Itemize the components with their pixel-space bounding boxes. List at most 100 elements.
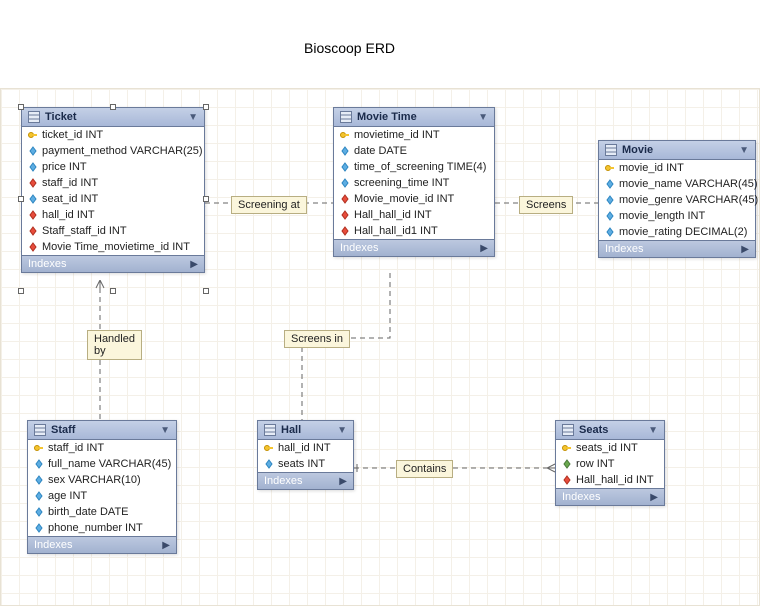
resize-handle[interactable] <box>18 288 24 294</box>
indexes-label: Indexes <box>34 539 73 551</box>
collapse-icon[interactable]: ▼ <box>478 112 488 123</box>
collapse-icon[interactable]: ▼ <box>160 425 170 436</box>
relation-screens-in[interactable]: Screens in <box>284 330 350 348</box>
collapse-icon[interactable]: ▼ <box>337 425 347 436</box>
entity-header[interactable]: Movie ▼ <box>599 141 755 160</box>
indexes-label: Indexes <box>605 243 644 255</box>
attribute-row[interactable]: sex VARCHAR(10) <box>28 472 176 488</box>
attribute-row[interactable]: ticket_id INT <box>22 127 204 143</box>
attribute-row[interactable]: screening_time INT <box>334 175 494 191</box>
attribute-row[interactable]: seats INT <box>258 456 353 472</box>
collapse-icon[interactable]: ▼ <box>739 145 749 156</box>
expand-icon[interactable]: ▶ <box>339 476 347 487</box>
entity-indexes[interactable]: Indexes ▶ <box>258 472 353 489</box>
attribute-row[interactable]: movie_genre VARCHAR(45) <box>599 192 755 208</box>
collapse-icon[interactable]: ▼ <box>188 112 198 123</box>
relation-screening-at[interactable]: Screening at <box>231 196 307 214</box>
attribute-row[interactable]: birth_date DATE <box>28 504 176 520</box>
entity-name: Staff <box>51 424 75 436</box>
table-icon <box>28 111 40 123</box>
attribute-row[interactable]: hall_id INT <box>22 207 204 223</box>
entity-movie[interactable]: Movie ▼ movie_id INTmovie_name VARCHAR(4… <box>598 140 756 258</box>
attribute-text: Movie Time_movietime_id INT <box>42 241 190 253</box>
attribute-row[interactable]: time_of_screening TIME(4) <box>334 159 494 175</box>
attribute-row[interactable]: movie_id INT <box>599 160 755 176</box>
attribute-row[interactable]: movie_name VARCHAR(45) <box>599 176 755 192</box>
foreign-key-icon <box>340 210 350 220</box>
entity-hall[interactable]: Hall ▼ hall_id INT seats INT Indexes ▶ <box>257 420 354 490</box>
attribute-row[interactable]: staff_id INT <box>28 440 176 456</box>
attribute-text: sex VARCHAR(10) <box>48 474 141 486</box>
expand-icon[interactable]: ▶ <box>190 259 198 270</box>
entity-indexes[interactable]: Indexes ▶ <box>599 240 755 257</box>
attribute-row[interactable]: Hall_hall_id INT <box>334 207 494 223</box>
indexes-label: Indexes <box>562 491 601 503</box>
attribute-row[interactable]: price INT <box>22 159 204 175</box>
attribute-row[interactable]: Hall_hall_id INT <box>556 472 664 488</box>
expand-icon[interactable]: ▶ <box>480 243 488 254</box>
entity-seats[interactable]: Seats ▼ seats_id INTrow INT Hall_hall_id … <box>555 420 665 506</box>
attribute-row[interactable]: Hall_hall_id1 INT <box>334 223 494 239</box>
foreign-key-icon <box>340 194 350 204</box>
entity-header[interactable]: Movie Time ▼ <box>334 108 494 127</box>
attribute-text: phone_number INT <box>48 522 143 534</box>
collapse-icon[interactable]: ▼ <box>648 425 658 436</box>
column-icon <box>340 178 350 188</box>
entity-staff[interactable]: Staff ▼ staff_id INT full_name VARCHAR(45… <box>27 420 177 554</box>
attribute-row[interactable]: full_name VARCHAR(45) <box>28 456 176 472</box>
attribute-text: age INT <box>48 490 87 502</box>
column-icon <box>562 459 572 469</box>
attribute-row[interactable]: seat_id INT <box>22 191 204 207</box>
foreign-key-icon <box>28 226 38 236</box>
resize-handle[interactable] <box>18 196 24 202</box>
entity-indexes[interactable]: Indexes ▶ <box>28 536 176 553</box>
attribute-row[interactable]: Movie Time_movietime_id INT <box>22 239 204 255</box>
entity-header[interactable]: Hall ▼ <box>258 421 353 440</box>
attribute-row[interactable]: movie_rating DECIMAL(2) <box>599 224 755 240</box>
attribute-row[interactable]: Movie_movie_id INT <box>334 191 494 207</box>
attribute-text: movie_rating DECIMAL(2) <box>619 226 747 238</box>
attribute-row[interactable]: date DATE <box>334 143 494 159</box>
entity-body: seats_id INTrow INT Hall_hall_id INT <box>556 440 664 488</box>
resize-handle[interactable] <box>110 104 116 110</box>
entity-movietime[interactable]: Movie Time ▼ movietime_id INT date DATE ti… <box>333 107 495 257</box>
attribute-row[interactable]: seats_id INT <box>556 440 664 456</box>
entity-indexes[interactable]: Indexes ▶ <box>22 255 204 272</box>
column-icon <box>340 162 350 172</box>
entity-body: staff_id INT full_name VARCHAR(45) sex VAR… <box>28 440 176 536</box>
expand-icon[interactable]: ▶ <box>741 244 749 255</box>
relation-screens[interactable]: Screens <box>519 196 573 214</box>
entity-indexes[interactable]: Indexes ▶ <box>556 488 664 505</box>
resize-handle[interactable] <box>203 196 209 202</box>
attribute-row[interactable]: payment_method VARCHAR(25) <box>22 143 204 159</box>
attribute-row[interactable]: Staff_staff_id INT <box>22 223 204 239</box>
entity-ticket[interactable]: Ticket ▼ ticket_id INTpayment_method VAR… <box>21 107 205 273</box>
attribute-row[interactable]: movietime_id INT <box>334 127 494 143</box>
attribute-text: date DATE <box>354 145 407 157</box>
resize-handle[interactable] <box>110 288 116 294</box>
attribute-text: birth_date DATE <box>48 506 129 518</box>
attribute-row[interactable]: phone_number INT <box>28 520 176 536</box>
entity-header[interactable]: Seats ▼ <box>556 421 664 440</box>
attribute-row[interactable]: movie_length INT <box>599 208 755 224</box>
resize-handle[interactable] <box>203 104 209 110</box>
attribute-row[interactable]: hall_id INT <box>258 440 353 456</box>
entity-indexes[interactable]: Indexes ▶ <box>334 239 494 256</box>
attribute-text: price INT <box>42 161 87 173</box>
resize-handle[interactable] <box>18 104 24 110</box>
attribute-text: Hall_hall_id INT <box>576 474 654 486</box>
attribute-row[interactable]: age INT <box>28 488 176 504</box>
attribute-text: full_name VARCHAR(45) <box>48 458 171 470</box>
relation-contains[interactable]: Contains <box>396 460 453 478</box>
attribute-row[interactable]: staff_id INT <box>22 175 204 191</box>
expand-icon[interactable]: ▶ <box>650 492 658 503</box>
attribute-row[interactable]: row INT <box>556 456 664 472</box>
relation-handled-by[interactable]: Handled by <box>87 330 142 360</box>
entity-header[interactable]: Ticket ▼ <box>22 108 204 127</box>
expand-icon[interactable]: ▶ <box>162 540 170 551</box>
entity-header[interactable]: Staff ▼ <box>28 421 176 440</box>
attribute-text: hall_id INT <box>278 442 331 454</box>
resize-handle[interactable] <box>203 288 209 294</box>
entity-name: Movie Time <box>357 111 417 123</box>
attribute-text: staff_id INT <box>42 177 98 189</box>
